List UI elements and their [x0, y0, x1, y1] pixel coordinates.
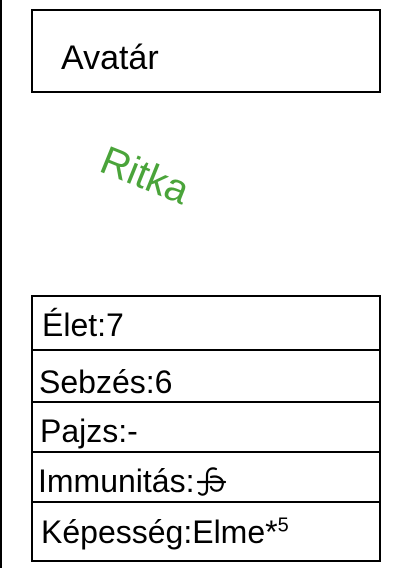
rarity-label: Ritka [94, 138, 196, 214]
immunity-label: Immunitás: [38, 463, 195, 499]
stats-table: Élet:7 Sebzés:6 Pajzs:- Immunitás: Képes… [31, 295, 381, 562]
stat-row-shield: Pajzs:- [33, 401, 379, 451]
shield-stat: Pajzs:- [40, 413, 138, 449]
damage-stat: Sebzés:6 [39, 364, 173, 400]
ability-label: Képesség:Elme* [41, 514, 278, 550]
stat-row-immunity: Immunitás: [33, 451, 379, 501]
ability-superscript: 5 [277, 514, 289, 537]
card-title: Avatár [61, 39, 159, 77]
crossed-swirl-icon [197, 467, 227, 496]
stat-row-damage: Sebzés:6 [33, 349, 379, 401]
life-stat: Élet:7 [42, 307, 124, 343]
stat-row-ability: Képesség:Elme*5 [33, 501, 379, 560]
page-left-edge [0, 0, 2, 568]
stat-row-life: Élet:7 [33, 297, 379, 349]
card-title-box: Avatár [31, 9, 381, 93]
